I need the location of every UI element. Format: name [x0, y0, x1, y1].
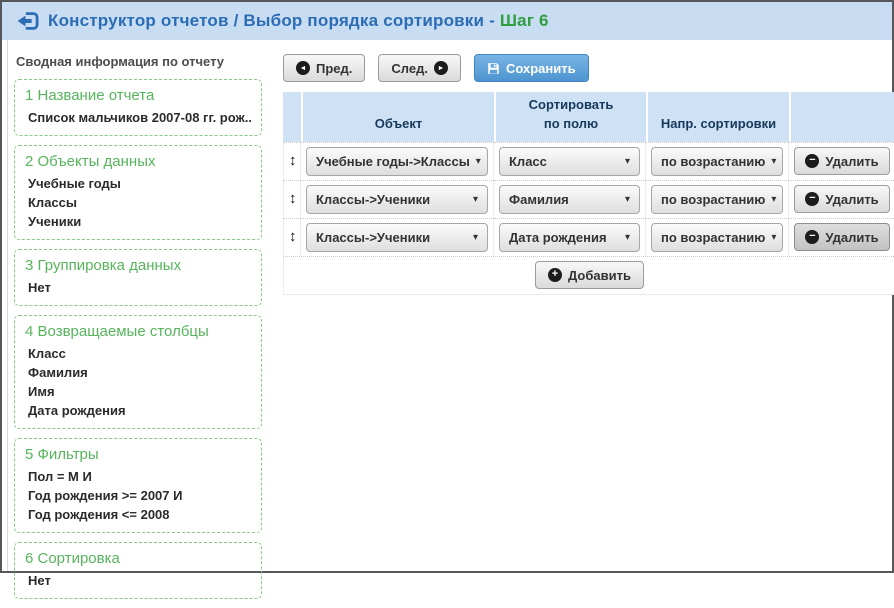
drag-handle-icon[interactable]: ↕ — [289, 228, 297, 245]
object-select-value: Классы->Ученики — [316, 230, 430, 245]
direction-select[interactable]: по возрастанию ▾ — [651, 223, 783, 252]
section-item: Нет — [25, 278, 251, 297]
object-select[interactable]: Учебные годы->Классы ▾ — [306, 147, 488, 176]
next-step-button[interactable]: След. ► — [378, 54, 461, 82]
table-row: ↕ Учебные годы->Классы ▾ Класс ▾ — [283, 142, 894, 180]
field-select-value: Класс — [509, 154, 547, 169]
direction-select[interactable]: по возрастанию ▾ — [651, 185, 783, 214]
section-sorting: 6 Сортировка Нет — [14, 542, 262, 599]
section-report-name: 1 Название отчета Список мальчиков 2007-… — [14, 79, 262, 136]
field-select-value: Фамилия — [509, 192, 569, 207]
report-summary-sidebar: Сводная информация по отчету 1 Название … — [2, 40, 272, 608]
left-gutter-line — [7, 40, 8, 571]
object-column-header: Объект — [301, 92, 494, 142]
section-item: Имя — [25, 382, 251, 401]
table-row: ↕ Классы->Ученики ▾ Фамилия ▾ — [283, 180, 894, 218]
wizard-toolbar: ◄ Пред. След. ► Сохранить — [283, 54, 894, 82]
direction-column-header: Напр. сортировки — [646, 92, 789, 142]
field-select-value: Дата рождения — [509, 230, 607, 245]
title-bar: Конструктор отчетов / Выбор порядка сорт… — [2, 2, 892, 40]
section-filters: 5 Фильтры Пол = М И Год рождения >= 2007… — [14, 438, 262, 533]
section-item: Ученики — [25, 212, 251, 231]
actions-column-header — [789, 92, 894, 142]
page-title: Конструктор отчетов / Выбор порядка сорт… — [48, 11, 549, 31]
save-icon — [487, 62, 500, 75]
save-label: Сохранить — [506, 61, 576, 76]
section-item: Класс — [25, 344, 251, 363]
direction-select-value: по возрастанию — [661, 192, 765, 207]
field-select[interactable]: Фамилия ▾ — [499, 185, 640, 214]
delete-label: Удалить — [825, 230, 878, 245]
table-row: ↕ Классы->Ученики ▾ Дата рождения ▾ — [283, 218, 894, 256]
section-heading: 2 Объекты данных — [25, 153, 251, 170]
section-item: Дата рождения — [25, 401, 251, 420]
section-heading: 6 Сортировка — [25, 550, 251, 567]
step-indicator: Шаг 6 — [500, 11, 549, 30]
circle-minus-icon: − — [805, 230, 819, 244]
sidebar-title: Сводная информация по отчету — [16, 54, 262, 69]
section-item: Классы — [25, 193, 251, 212]
section-item: Фамилия — [25, 363, 251, 382]
section-item: Год рождения <= 2008 — [25, 505, 251, 524]
breadcrumb: Конструктор отчетов / Выбор порядка сорт… — [48, 11, 500, 30]
object-select[interactable]: Классы->Ученики ▾ — [306, 223, 488, 252]
circle-plus-icon: + — [548, 268, 562, 282]
caret-down-icon: ▾ — [771, 194, 776, 205]
drag-column-header — [283, 92, 301, 142]
add-row: + Добавить — [283, 256, 894, 294]
caret-down-icon: ▾ — [625, 232, 630, 243]
direction-select-value: по возрастанию — [661, 154, 765, 169]
section-heading: 3 Группировка данных — [25, 257, 251, 274]
object-select-value: Учебные годы->Классы — [316, 154, 470, 169]
field-column-header: Сортировать по полю — [494, 92, 646, 142]
caret-down-icon: ▾ — [476, 156, 481, 167]
sort-order-table: Объект Сортировать по полю Напр. сортиро… — [283, 92, 894, 295]
circle-arrow-left-icon: ◄ — [296, 61, 310, 75]
field-select[interactable]: Класс ▾ — [499, 147, 640, 176]
save-button[interactable]: Сохранить — [474, 54, 589, 82]
caret-down-icon: ▾ — [473, 232, 478, 243]
circle-arrow-right-icon: ► — [434, 61, 448, 75]
next-step-label: След. — [391, 61, 428, 76]
section-heading: 5 Фильтры — [25, 446, 251, 463]
section-item: Список мальчиков 2007-08 гг. рож... — [25, 108, 251, 127]
back-button[interactable] — [15, 11, 39, 31]
delete-row-button[interactable]: − Удалить — [794, 185, 889, 213]
table-header-row: Объект Сортировать по полю Напр. сортиро… — [283, 92, 894, 142]
direction-select[interactable]: по возрастанию ▾ — [651, 147, 783, 176]
prev-step-button[interactable]: ◄ Пред. — [283, 54, 365, 82]
drag-handle-icon[interactable]: ↕ — [289, 152, 297, 169]
caret-down-icon: ▾ — [473, 194, 478, 205]
add-row-button[interactable]: + Добавить — [535, 261, 644, 289]
delete-row-button[interactable]: − Удалить — [794, 147, 889, 175]
delete-label: Удалить — [825, 192, 878, 207]
section-data-objects: 2 Объекты данных Учебные годы Классы Уче… — [14, 145, 262, 240]
drag-handle-icon[interactable]: ↕ — [289, 190, 297, 207]
section-heading: 4 Возвращаемые столбцы — [25, 323, 251, 340]
section-item: Нет — [25, 571, 251, 590]
caret-down-icon: ▾ — [625, 156, 630, 167]
delete-label: Удалить — [825, 154, 878, 169]
caret-down-icon: ▾ — [771, 156, 776, 167]
circle-minus-icon: − — [805, 192, 819, 206]
object-select-value: Классы->Ученики — [316, 192, 430, 207]
exit-left-arrow-icon — [15, 11, 39, 31]
section-item: Год рождения >= 2007 И — [25, 486, 251, 505]
circle-minus-icon: − — [805, 154, 819, 168]
prev-step-label: Пред. — [316, 61, 352, 76]
section-heading: 1 Название отчета — [25, 87, 251, 104]
section-item: Учебные годы — [25, 174, 251, 193]
section-item: Пол = М И — [25, 467, 251, 486]
add-label: Добавить — [568, 268, 631, 283]
section-returned-columns: 4 Возвращаемые столбцы Класс Фамилия Имя… — [14, 315, 262, 429]
field-select[interactable]: Дата рождения ▾ — [499, 223, 640, 252]
object-select[interactable]: Классы->Ученики ▾ — [306, 185, 488, 214]
main-content: ◄ Пред. След. ► Сохранить — [272, 40, 894, 295]
caret-down-icon: ▾ — [771, 232, 776, 243]
section-grouping: 3 Группировка данных Нет — [14, 249, 262, 306]
caret-down-icon: ▾ — [625, 194, 630, 205]
direction-select-value: по возрастанию — [661, 230, 765, 245]
delete-row-button[interactable]: − Удалить — [794, 223, 889, 251]
